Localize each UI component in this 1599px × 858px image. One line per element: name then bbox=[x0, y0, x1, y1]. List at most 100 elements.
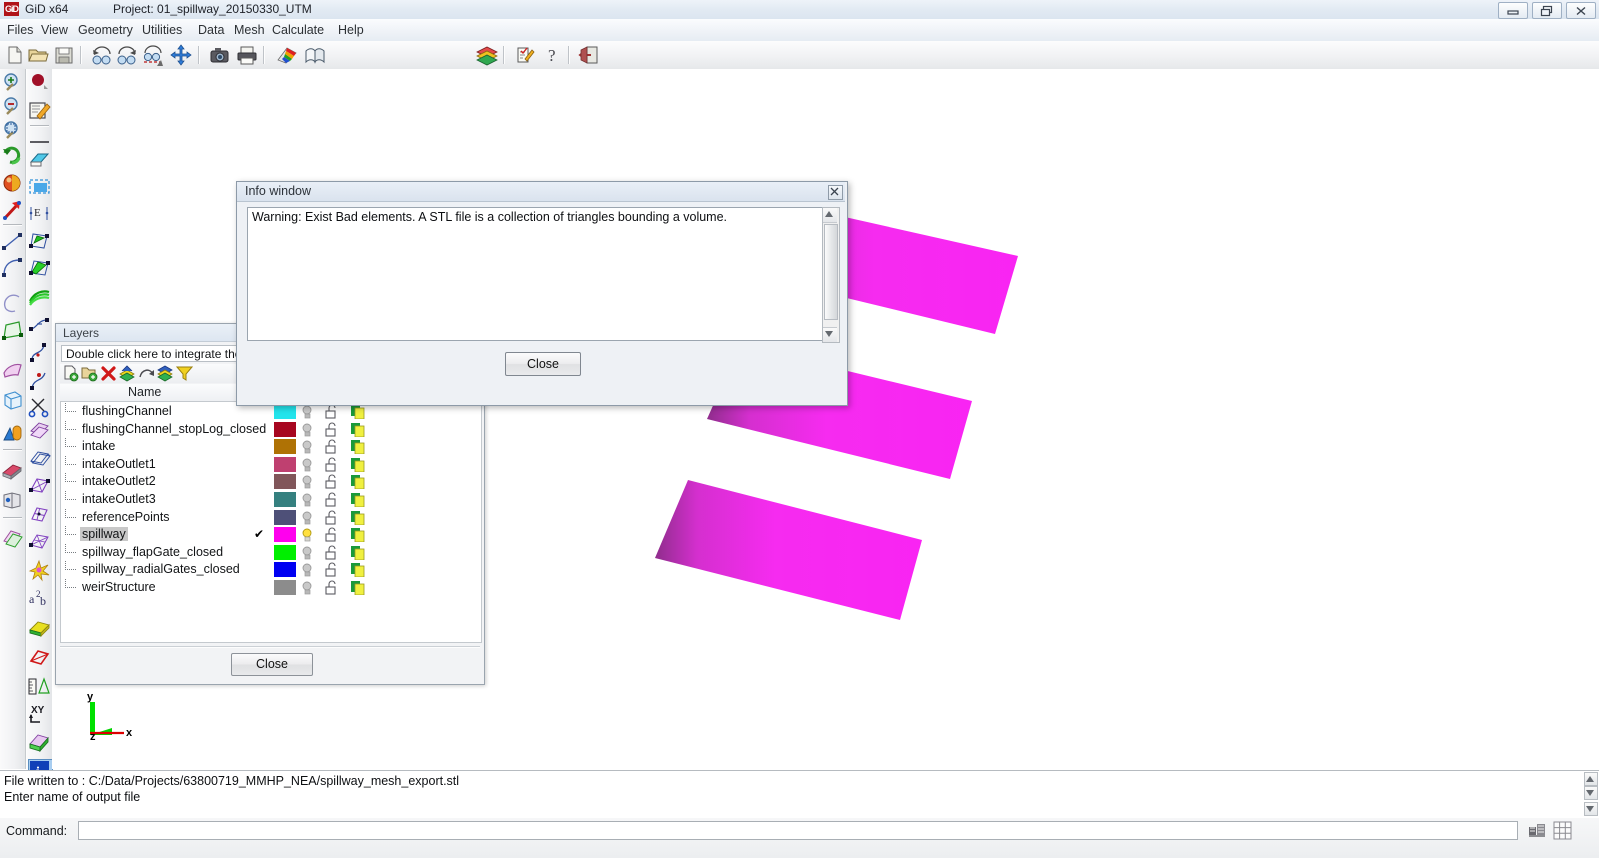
render-colors-icon[interactable] bbox=[275, 44, 297, 66]
layer-color-swatch[interactable] bbox=[274, 527, 296, 542]
new-file-icon[interactable] bbox=[4, 44, 26, 66]
zoom-in-icon[interactable] bbox=[1, 71, 24, 94]
split-curve-icon[interactable] bbox=[28, 341, 51, 364]
mesh-generate-icon[interactable] bbox=[28, 559, 51, 582]
scroll-down-button[interactable] bbox=[823, 327, 837, 342]
mesh-surface-icon[interactable] bbox=[28, 475, 51, 498]
layer-stack-icon[interactable] bbox=[157, 365, 174, 382]
layer-copy-icon[interactable] bbox=[28, 419, 51, 442]
redo-icon[interactable] bbox=[115, 44, 137, 66]
lock-icon[interactable] bbox=[325, 527, 339, 542]
layer-page-icon[interactable] bbox=[351, 546, 365, 560]
layer-name[interactable]: intakeOutlet2 bbox=[80, 474, 158, 488]
info-window-dialog[interactable]: Info window Warning: Exist Bad elements.… bbox=[236, 181, 848, 406]
table-row[interactable]: flushingChannel_stopLog_closed bbox=[61, 421, 481, 439]
create-polyline-icon[interactable] bbox=[1, 256, 24, 279]
create-surface-icon[interactable] bbox=[1, 357, 24, 380]
create-volume-icon[interactable] bbox=[1, 389, 24, 412]
output-scroll-down-button[interactable] bbox=[1584, 802, 1598, 816]
layer-page-icon[interactable] bbox=[351, 528, 365, 542]
lock-icon[interactable] bbox=[325, 404, 339, 419]
layer-page-icon[interactable] bbox=[351, 423, 365, 437]
layer-page-icon[interactable] bbox=[351, 440, 365, 454]
filter-layers-icon[interactable] bbox=[176, 365, 193, 382]
undo-list-icon[interactable] bbox=[141, 44, 163, 66]
command-output-area[interactable]: File written to : C:/Data/Projects/63800… bbox=[0, 770, 1599, 819]
layer-page-icon[interactable] bbox=[351, 475, 365, 489]
create-object-icon[interactable] bbox=[1, 421, 24, 444]
mesh-volume-icon[interactable] bbox=[28, 447, 51, 470]
label-entity-icon[interactable]: E bbox=[28, 202, 51, 225]
zoom-out-icon[interactable] bbox=[1, 95, 24, 118]
menu-utilities[interactable]: Utilities bbox=[136, 22, 188, 38]
delete-layer-icon[interactable] bbox=[100, 365, 117, 382]
zoom-frame-icon[interactable] bbox=[1, 119, 24, 142]
menu-data[interactable]: Data bbox=[192, 22, 230, 38]
menu-geometry[interactable]: Geometry bbox=[72, 22, 139, 38]
surface-trimmed-icon[interactable] bbox=[28, 257, 51, 280]
render-sphere-icon[interactable] bbox=[1, 172, 24, 195]
intersect-lines-icon[interactable] bbox=[28, 313, 51, 336]
visibility-bulb-icon[interactable] bbox=[301, 580, 314, 595]
visibility-bulb-icon[interactable] bbox=[301, 527, 314, 542]
scroll-up-button[interactable] bbox=[823, 208, 837, 223]
layers-list[interactable]: flushingChannel flushingChannel_stopLog_… bbox=[60, 401, 482, 643]
new-layer-group-icon[interactable] bbox=[81, 365, 98, 382]
layer-name[interactable]: weirStructure bbox=[80, 580, 158, 594]
rotate-view-icon[interactable] bbox=[1, 144, 24, 167]
axes-xy-icon[interactable]: XY bbox=[28, 703, 51, 726]
scissors-cut-icon[interactable] bbox=[28, 395, 51, 418]
table-row[interactable]: intakeOutlet3 bbox=[61, 491, 481, 509]
lock-icon[interactable] bbox=[325, 457, 339, 472]
table-row[interactable]: weirStructure bbox=[61, 579, 481, 597]
info-window-close-icon[interactable] bbox=[828, 185, 843, 200]
visibility-bulb-icon[interactable] bbox=[301, 545, 314, 560]
output-scroll-up-button[interactable] bbox=[1584, 772, 1598, 786]
output-scrollbar[interactable] bbox=[1584, 772, 1597, 816]
question-help-icon[interactable]: ? bbox=[541, 44, 563, 66]
layer-color-swatch[interactable] bbox=[274, 422, 296, 437]
close-button[interactable] bbox=[1566, 2, 1596, 19]
layer-color-swatch[interactable] bbox=[274, 510, 296, 525]
table-row[interactable]: intakeOutlet1 bbox=[61, 456, 481, 474]
menu-calculate[interactable]: Calculate bbox=[266, 22, 330, 38]
contour-surfaces-icon[interactable] bbox=[28, 285, 51, 308]
surface-plane-icon[interactable] bbox=[28, 149, 51, 172]
layer-page-icon[interactable] bbox=[351, 493, 365, 507]
point-on-line-icon[interactable] bbox=[28, 369, 51, 392]
rectangle-select-icon[interactable] bbox=[28, 175, 51, 198]
edit-note-icon[interactable] bbox=[28, 99, 51, 122]
layer-name[interactable]: referencePoints bbox=[80, 510, 172, 524]
layer-name[interactable]: spillway bbox=[80, 527, 128, 541]
layer-color-swatch[interactable] bbox=[274, 457, 296, 472]
list-entities-icon[interactable] bbox=[1, 489, 24, 512]
lock-icon[interactable] bbox=[325, 422, 339, 437]
table-row[interactable]: intakeOutlet2 bbox=[61, 473, 481, 491]
delete-eraser-icon[interactable] bbox=[1, 459, 24, 482]
layer-page-icon[interactable] bbox=[351, 405, 365, 419]
lock-icon[interactable] bbox=[325, 474, 339, 489]
maximize-button[interactable] bbox=[1532, 2, 1562, 19]
menu-files[interactable]: Files bbox=[1, 22, 39, 38]
surface-nurbs-icon[interactable] bbox=[28, 229, 51, 252]
info-scrollbar[interactable] bbox=[822, 207, 840, 343]
layer-name[interactable]: spillway_radialGates_closed bbox=[80, 562, 242, 576]
menu-help[interactable]: Help bbox=[332, 22, 370, 38]
command-input[interactable] bbox=[78, 821, 1518, 840]
open-file-icon[interactable] bbox=[27, 44, 49, 66]
layer-color-swatch[interactable] bbox=[274, 580, 296, 595]
menu-mesh[interactable]: Mesh bbox=[228, 22, 271, 38]
lock-icon[interactable] bbox=[325, 439, 339, 454]
undo-icon[interactable] bbox=[90, 44, 112, 66]
lock-icon[interactable] bbox=[325, 562, 339, 577]
output-scroll-mid-button[interactable] bbox=[1584, 786, 1598, 800]
measure-distance-icon[interactable] bbox=[28, 675, 51, 698]
layer-name[interactable]: intake bbox=[80, 439, 117, 453]
visibility-bulb-icon[interactable] bbox=[301, 474, 314, 489]
layer-name[interactable]: intakeOutlet3 bbox=[80, 492, 158, 506]
table-row[interactable]: spillway_radialGates_closed bbox=[61, 561, 481, 579]
lock-icon[interactable] bbox=[325, 545, 339, 560]
create-nurbsline-icon[interactable] bbox=[1, 319, 24, 342]
quit-icon[interactable] bbox=[578, 44, 600, 66]
visibility-bulb-icon[interactable] bbox=[301, 404, 314, 419]
